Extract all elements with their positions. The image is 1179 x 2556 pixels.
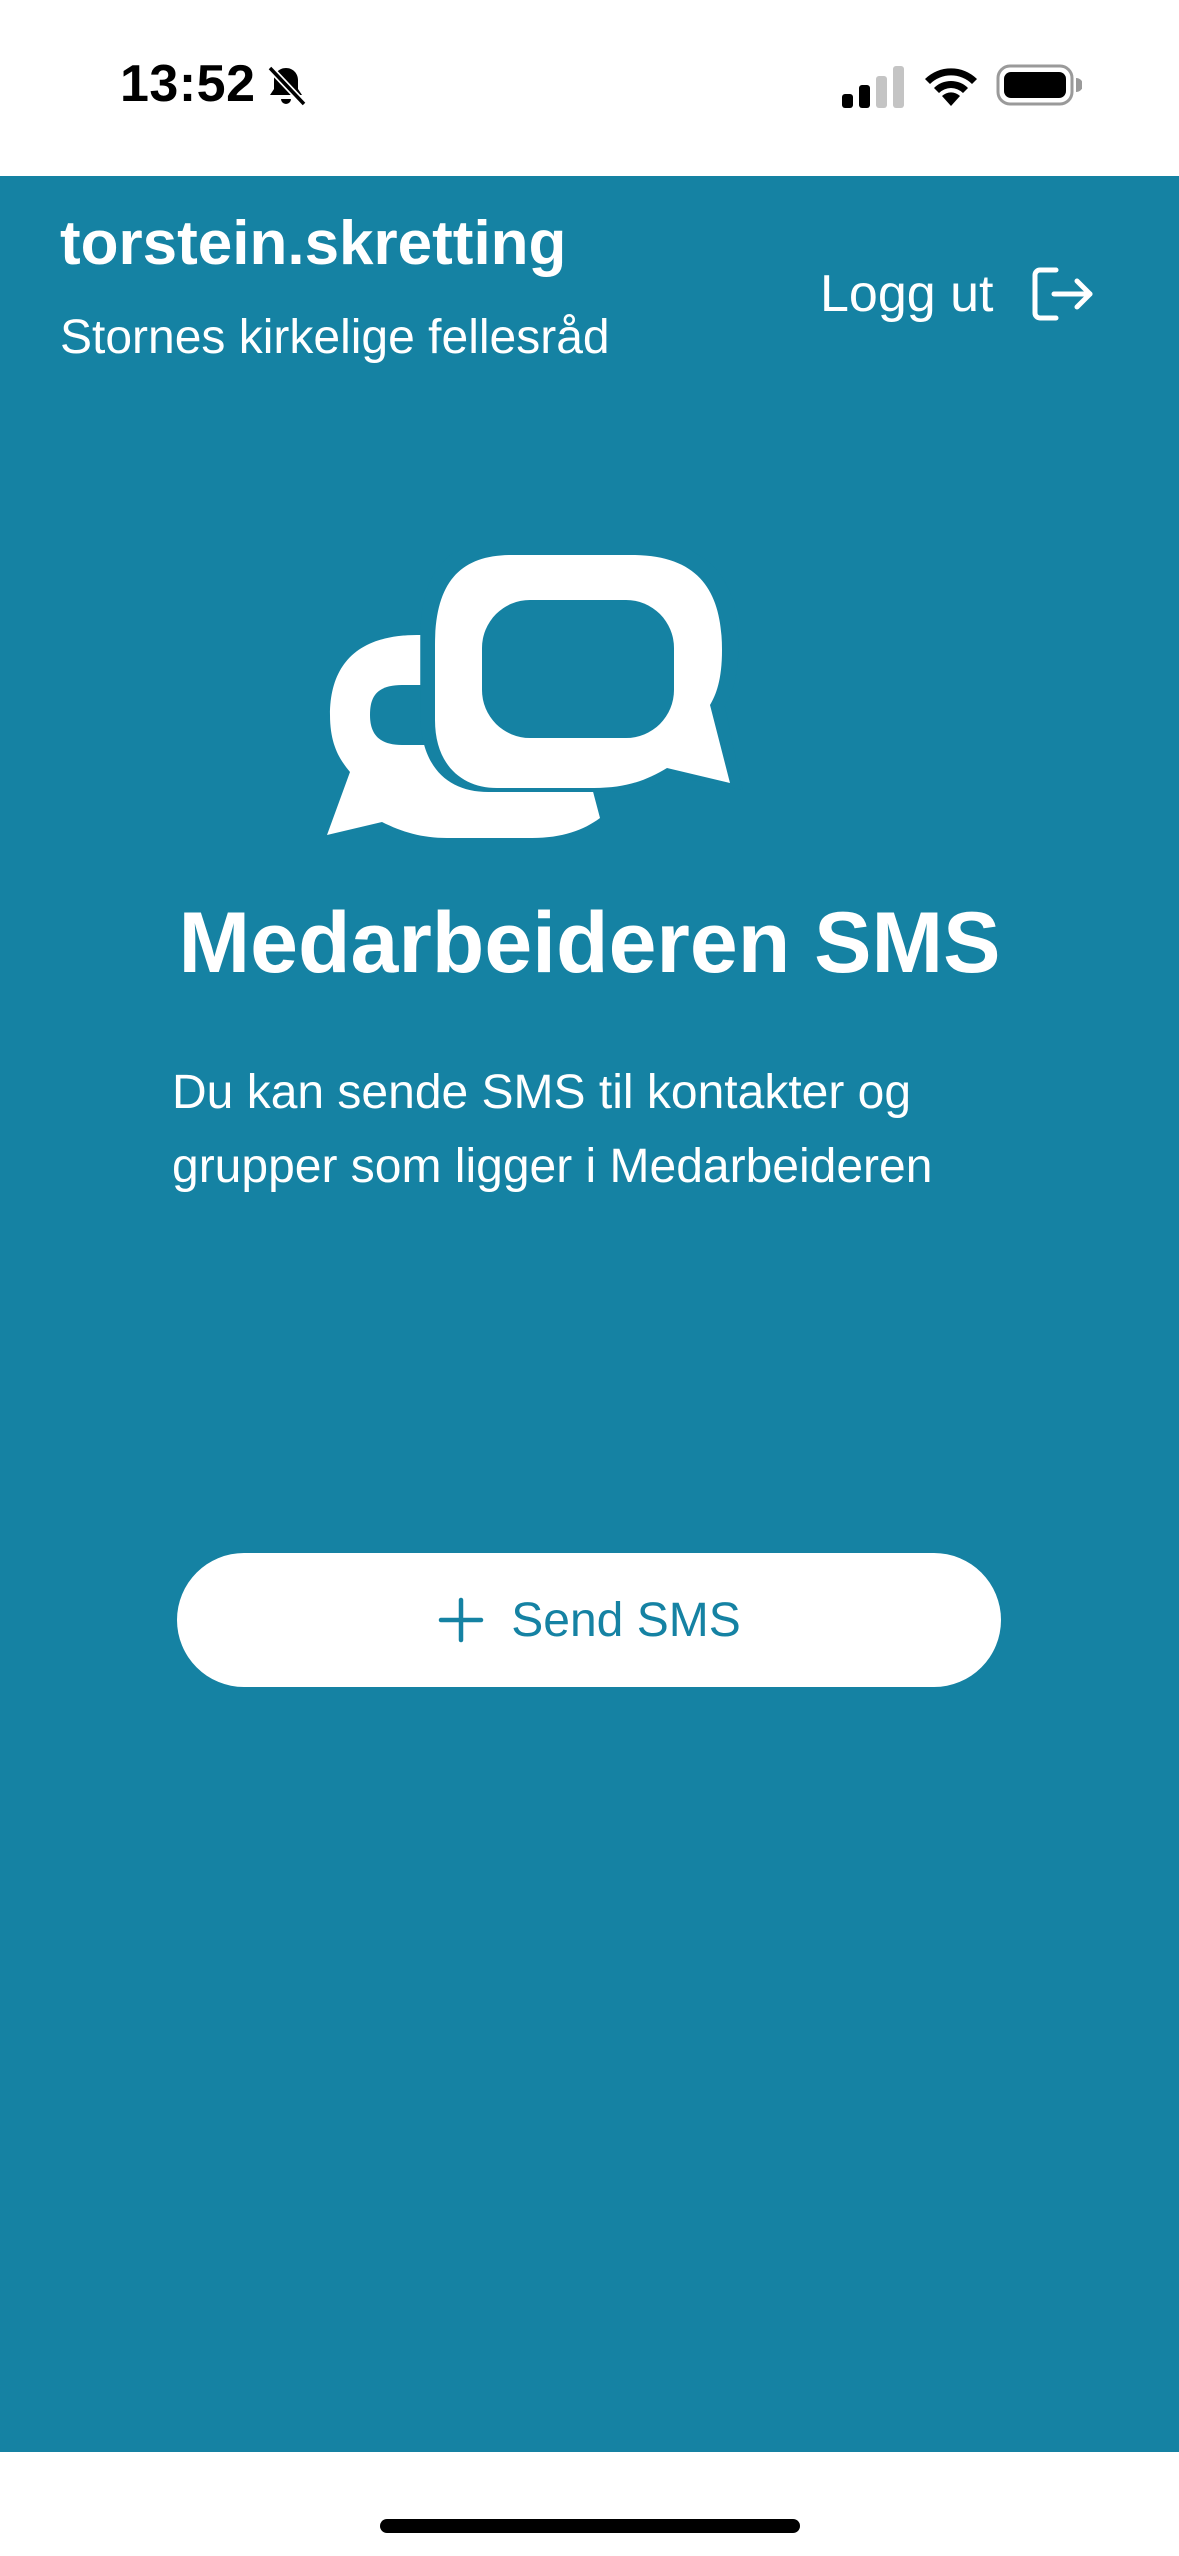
signal-icon xyxy=(842,66,904,108)
app-description: Du kan sende SMS til kontakter og gruppe… xyxy=(172,1066,933,1193)
bell-slash-icon xyxy=(267,65,307,107)
send-sms-button[interactable]: Send SMS xyxy=(177,1553,1001,1687)
main-area: torstein.skretting Stornes kirkelige fel… xyxy=(0,176,1179,2452)
status-time: 13:52 xyxy=(120,55,256,113)
logout-icon xyxy=(1032,267,1092,321)
status-bar: 13:52 xyxy=(0,0,1179,176)
logout-label: Logg ut xyxy=(820,265,994,323)
plus-icon xyxy=(439,1597,484,1643)
logout-button[interactable]: Logg ut xyxy=(820,254,1120,334)
battery-icon xyxy=(996,64,1082,106)
wifi-icon xyxy=(925,68,977,106)
user-name: torstein.skretting xyxy=(60,209,567,278)
home-indicator[interactable] xyxy=(380,2519,800,2533)
send-sms-label: Send SMS xyxy=(511,1593,741,1647)
chat-bubbles-icon xyxy=(327,550,743,838)
app-title: Medarbeideren SMS xyxy=(178,895,1001,991)
bottom-bar xyxy=(0,2452,1179,2556)
organization-name: Stornes kirkelige fellesråd xyxy=(60,311,610,364)
